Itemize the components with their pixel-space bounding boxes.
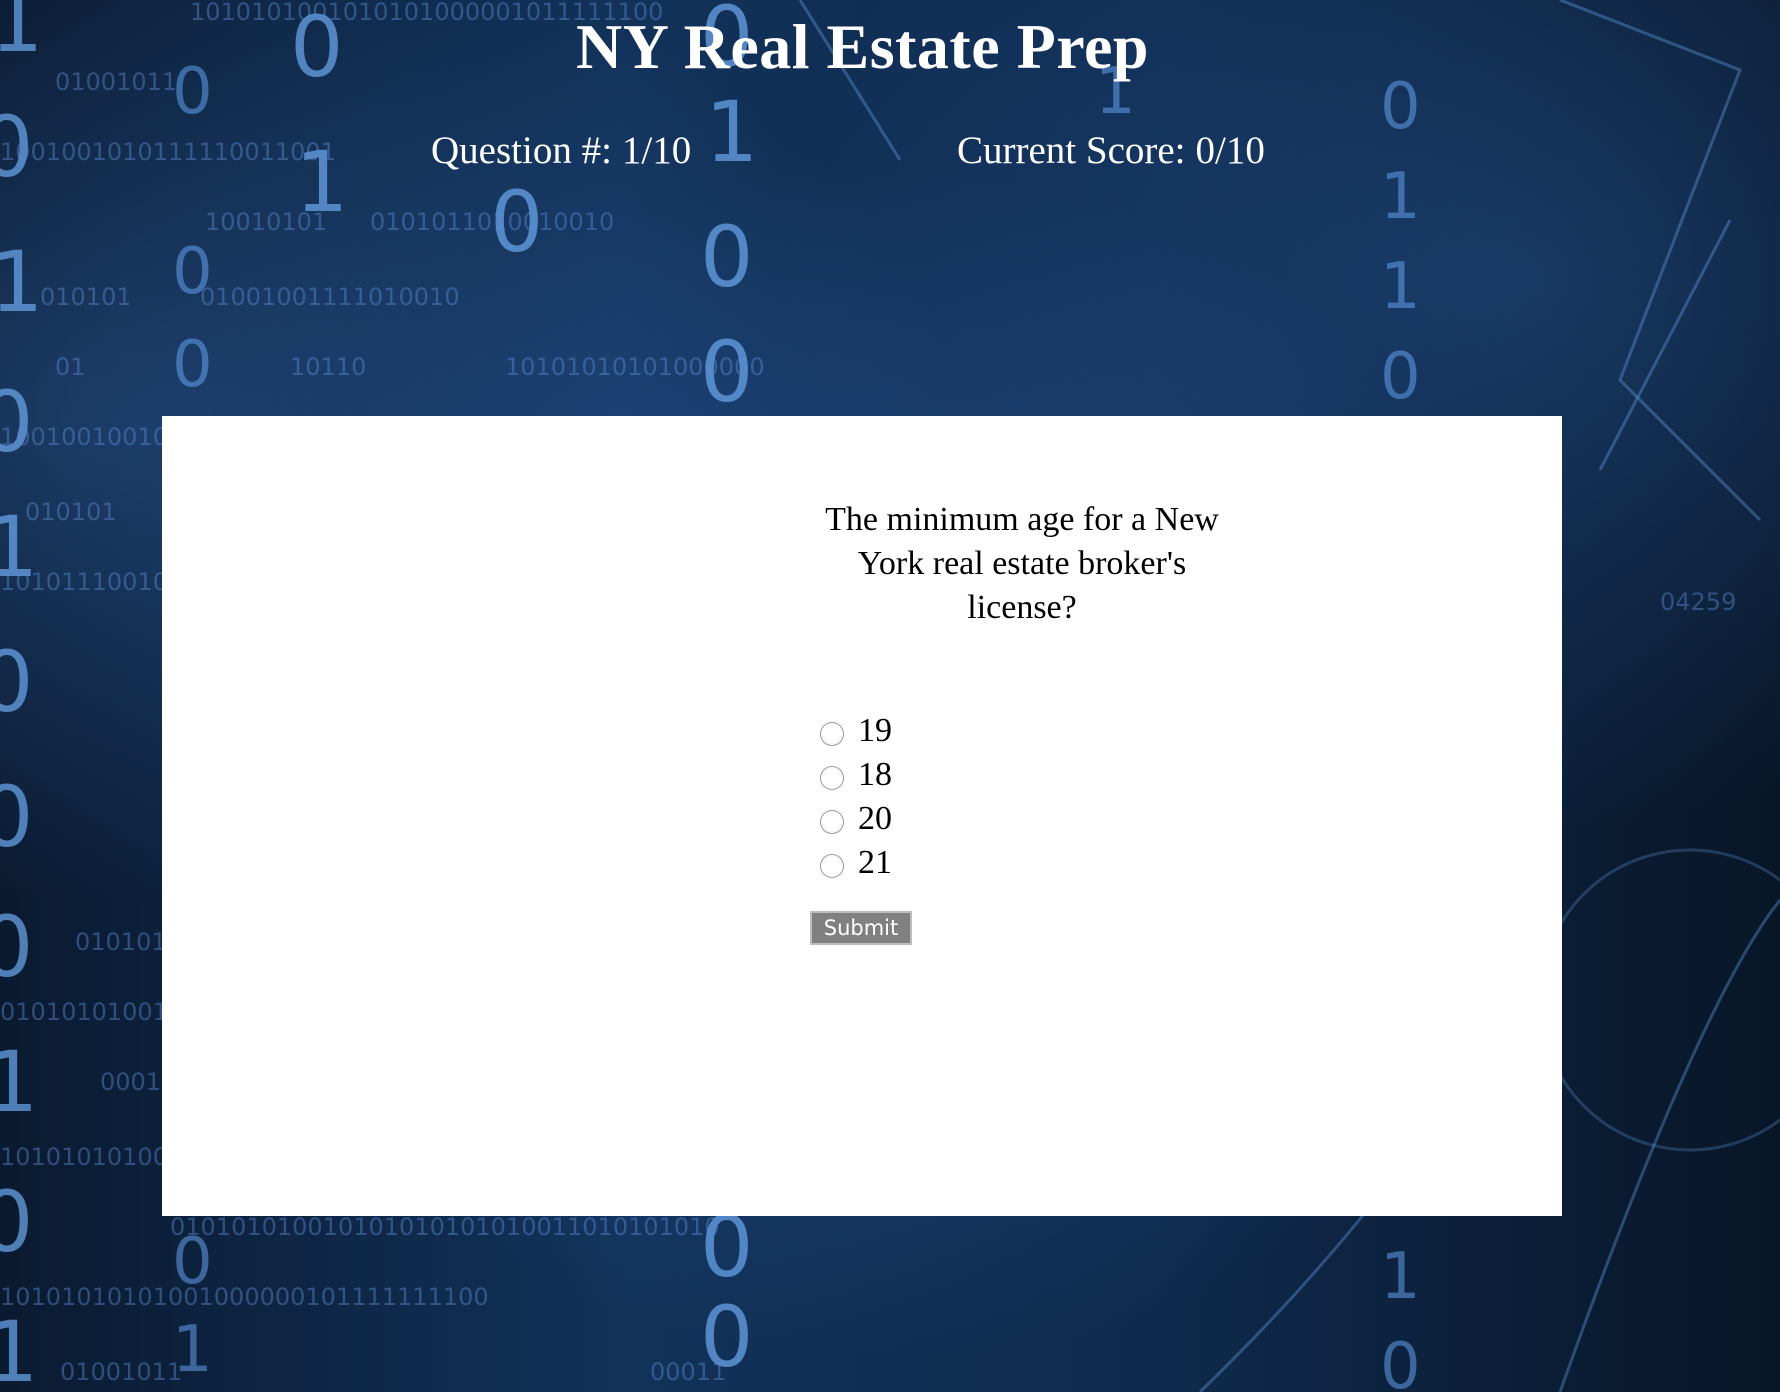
- answer-options: 19 18 20 21: [820, 709, 892, 885]
- answer-radio[interactable]: [820, 810, 844, 834]
- submit-button[interactable]: Submit: [810, 911, 912, 945]
- answer-option[interactable]: 18: [820, 753, 892, 797]
- answer-option[interactable]: 21: [820, 841, 892, 885]
- quiz-card: The minimum age for a New York real esta…: [162, 416, 1562, 1216]
- score-counter: Current Score: 0/10: [957, 128, 1265, 173]
- answer-option[interactable]: 20: [820, 797, 892, 841]
- answer-option[interactable]: 19: [820, 709, 892, 753]
- score-counter-label: Current Score:: [957, 129, 1186, 172]
- answer-label: 20: [858, 800, 892, 837]
- answer-label: 18: [858, 756, 892, 793]
- answer-label: 19: [858, 712, 892, 749]
- answer-radio[interactable]: [820, 722, 844, 746]
- answer-radio[interactable]: [820, 766, 844, 790]
- question-counter-label: Question #:: [431, 129, 612, 172]
- question-text: The minimum age for a New York real esta…: [825, 501, 1219, 626]
- site-title: NY Real Estate Prep: [576, 11, 1149, 82]
- answer-label: 21: [858, 844, 892, 881]
- answer-radio[interactable]: [820, 854, 844, 878]
- score-counter-value: 0/10: [1195, 129, 1265, 172]
- question-counter-value: 1/10: [621, 129, 692, 172]
- question-counter: Question #: 1/10: [431, 128, 691, 173]
